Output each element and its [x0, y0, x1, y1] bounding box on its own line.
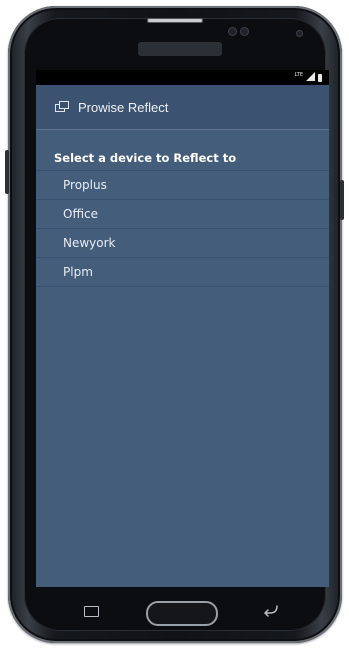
app-bar: Prowise Reflect — [36, 85, 329, 130]
status-bar: LTE — [36, 70, 329, 85]
screens-icon[interactable] — [55, 101, 69, 113]
device-label: Plpm — [63, 265, 93, 279]
app-title: Prowise Reflect — [78, 99, 169, 115]
earpiece-speaker — [147, 18, 203, 23]
device-label: Office — [63, 207, 99, 221]
device-label: Proplus — [63, 178, 107, 192]
speaker-grill — [138, 42, 222, 56]
signal-icon — [306, 72, 315, 81]
section-title: Select a device to Reflect to — [54, 151, 237, 165]
list-item[interactable]: Newyork — [36, 228, 329, 257]
list-item[interactable]: Plpm — [36, 257, 329, 287]
network-type-label: LTE — [294, 72, 303, 78]
power-button — [340, 180, 344, 220]
proximity-sensor — [228, 27, 237, 36]
battery-icon — [318, 74, 322, 82]
device-list: Proplus Office Newyork Plpm — [36, 170, 329, 287]
volume-button — [5, 150, 9, 194]
list-item[interactable]: Office — [36, 199, 329, 228]
light-sensor — [240, 27, 249, 36]
screen: LTE Prowise Reflect Select a device to R… — [36, 70, 329, 587]
back-icon[interactable] — [262, 604, 280, 618]
home-button[interactable] — [146, 601, 218, 626]
device-label: Newyork — [63, 236, 116, 250]
list-item[interactable]: Proplus — [36, 170, 329, 199]
recent-apps-icon[interactable] — [84, 606, 99, 617]
front-camera — [296, 30, 303, 37]
